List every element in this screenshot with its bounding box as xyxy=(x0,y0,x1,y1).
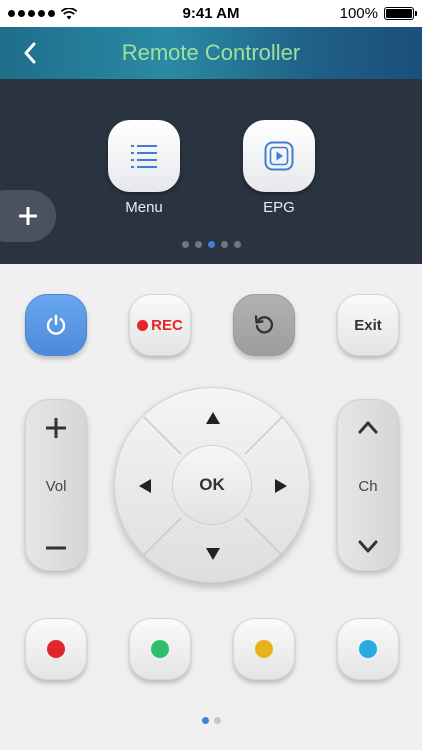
title-bar: Remote Controller xyxy=(0,27,422,79)
triangle-left-icon xyxy=(139,479,151,493)
power-button[interactable] xyxy=(25,294,87,356)
page-dot xyxy=(181,241,189,248)
play-square-icon xyxy=(264,141,294,171)
panel-page-indicator[interactable] xyxy=(0,241,422,248)
page-dot-active xyxy=(201,717,209,724)
plus-icon xyxy=(19,207,37,225)
page-dot xyxy=(220,241,228,248)
back-button[interactable] xyxy=(12,35,48,71)
replay-icon xyxy=(254,315,274,334)
battery-icon xyxy=(384,7,417,20)
green-key-button[interactable] xyxy=(129,618,191,680)
triangle-down-icon xyxy=(206,548,220,560)
page-dot xyxy=(213,717,221,724)
minus-icon xyxy=(46,546,66,550)
page-title: Remote Controller xyxy=(121,40,301,65)
triangle-up-icon xyxy=(206,412,220,424)
blue-dot-icon xyxy=(359,640,377,658)
page-dot-active xyxy=(207,241,215,248)
ok-label: OK xyxy=(199,475,225,494)
yellow-dot-icon xyxy=(255,640,273,658)
battery-percent: 100% xyxy=(339,5,378,22)
chevron-up-icon xyxy=(358,421,378,434)
volume-up-button[interactable] xyxy=(26,418,86,438)
list-icon xyxy=(131,145,157,168)
arrow-left-button[interactable] xyxy=(129,470,161,502)
replay-button[interactable] xyxy=(233,294,295,356)
channel-up-button[interactable] xyxy=(338,420,398,434)
record-label: REC xyxy=(151,316,183,334)
green-dot-icon xyxy=(151,640,169,658)
epg-button[interactable] xyxy=(243,120,315,192)
power-icon xyxy=(46,314,66,335)
direction-pad: OK xyxy=(114,387,310,583)
volume-rocker: Vol xyxy=(25,399,87,571)
status-bar: 9:41 AM 100% xyxy=(0,0,422,27)
arrow-right-button[interactable] xyxy=(265,470,297,502)
page-dot xyxy=(194,241,202,248)
menu-button[interactable] xyxy=(108,120,180,192)
triangle-right-icon xyxy=(275,479,287,493)
add-shortcut-button[interactable] xyxy=(0,190,56,242)
record-button[interactable]: REC xyxy=(129,294,191,356)
record-dot-icon xyxy=(137,319,149,331)
wifi-icon xyxy=(61,7,77,19)
chevron-left-icon xyxy=(24,42,36,64)
exit-label: Exit xyxy=(354,316,382,334)
arrow-down-button[interactable] xyxy=(197,538,229,570)
channel-down-button[interactable] xyxy=(338,540,398,554)
quick-access-panel: Menu EPG xyxy=(0,79,422,264)
remote-page-indicator[interactable] xyxy=(0,717,422,724)
red-key-button[interactable] xyxy=(25,618,87,680)
red-dot-icon xyxy=(47,640,65,658)
volume-down-button[interactable] xyxy=(26,538,86,558)
exit-button[interactable]: Exit xyxy=(337,294,399,356)
page-dot xyxy=(233,241,241,248)
chevron-down-icon xyxy=(358,540,378,553)
channel-label: Ch xyxy=(358,478,378,495)
epg-label: EPG xyxy=(263,199,295,216)
signal-strength-icon xyxy=(8,10,55,17)
ok-button[interactable]: OK xyxy=(172,445,252,525)
arrow-up-button[interactable] xyxy=(197,402,229,434)
blue-key-button[interactable] xyxy=(337,618,399,680)
menu-label: Menu xyxy=(125,199,163,216)
app-screen: 9:41 AM 100% Remote Controller Menu EPG … xyxy=(0,0,422,750)
yellow-key-button[interactable] xyxy=(233,618,295,680)
plus-icon xyxy=(46,418,66,438)
channel-rocker: Ch xyxy=(337,399,399,571)
volume-label: Vol xyxy=(45,478,67,495)
